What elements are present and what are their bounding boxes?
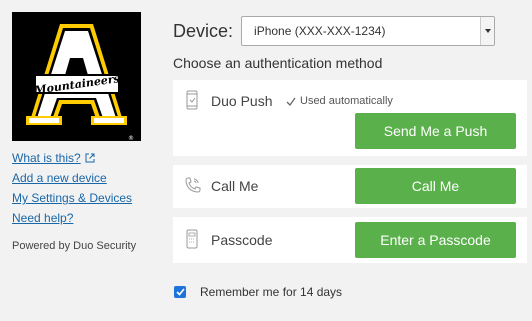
what-is-this-link[interactable]: What is this? [12, 150, 132, 166]
remember-me-checkbox[interactable] [174, 286, 186, 298]
device-selected-value: iPhone (XXX-XXX-1234) [254, 24, 386, 38]
add-device-link[interactable]: Add a new device [12, 170, 132, 186]
check-icon [175, 288, 185, 296]
device-row: Device: iPhone (XXX-XXX-1234) [173, 16, 496, 46]
used-automatically-note: Used automatically [286, 95, 393, 107]
what-is-this-label: What is this? [12, 151, 81, 165]
passcode-label: Passcode [211, 232, 273, 248]
device-label: Device: [173, 20, 234, 41]
enter-passcode-button[interactable]: Enter a Passcode [355, 222, 516, 258]
passcode-device-icon [186, 229, 198, 249]
send-push-button[interactable]: Send Me a Push [355, 113, 516, 149]
institution-logo: Mountaineers ® [12, 12, 141, 141]
app-state-a-logo-icon: Mountaineers ® [26, 24, 134, 141]
help-links: What is this? Add a new device My Settin… [12, 150, 132, 226]
call-me-label: Call Me [211, 178, 259, 194]
checkmark-icon [286, 97, 296, 106]
passcode-row: Passcode Enter a Passcode [173, 217, 527, 263]
powered-by-text: Powered by Duo Security [12, 240, 137, 252]
call-me-row: Call Me Call Me [173, 165, 527, 208]
remember-me-label[interactable]: Remember me for 14 days [200, 285, 342, 299]
duo-push-row: Duo Push Used automatically Send Me a Pu… [173, 80, 527, 156]
dropdown-arrow-icon[interactable] [480, 17, 495, 45]
need-help-link[interactable]: Need help? [12, 210, 132, 226]
duo-push-label: Duo Push [211, 93, 273, 109]
phone-call-icon [185, 177, 201, 193]
phone-icon [186, 90, 198, 110]
method-title: Choose an authentication method [173, 55, 383, 71]
remember-me: Remember me for 14 days [174, 285, 342, 299]
settings-devices-link[interactable]: My Settings & Devices [12, 190, 132, 206]
device-select[interactable]: iPhone (XXX-XXX-1234) [241, 16, 496, 46]
external-link-icon [85, 153, 95, 163]
used-automatically-text: Used automatically [300, 95, 393, 107]
call-me-button[interactable]: Call Me [355, 168, 516, 204]
svg-text:®: ® [128, 135, 134, 141]
